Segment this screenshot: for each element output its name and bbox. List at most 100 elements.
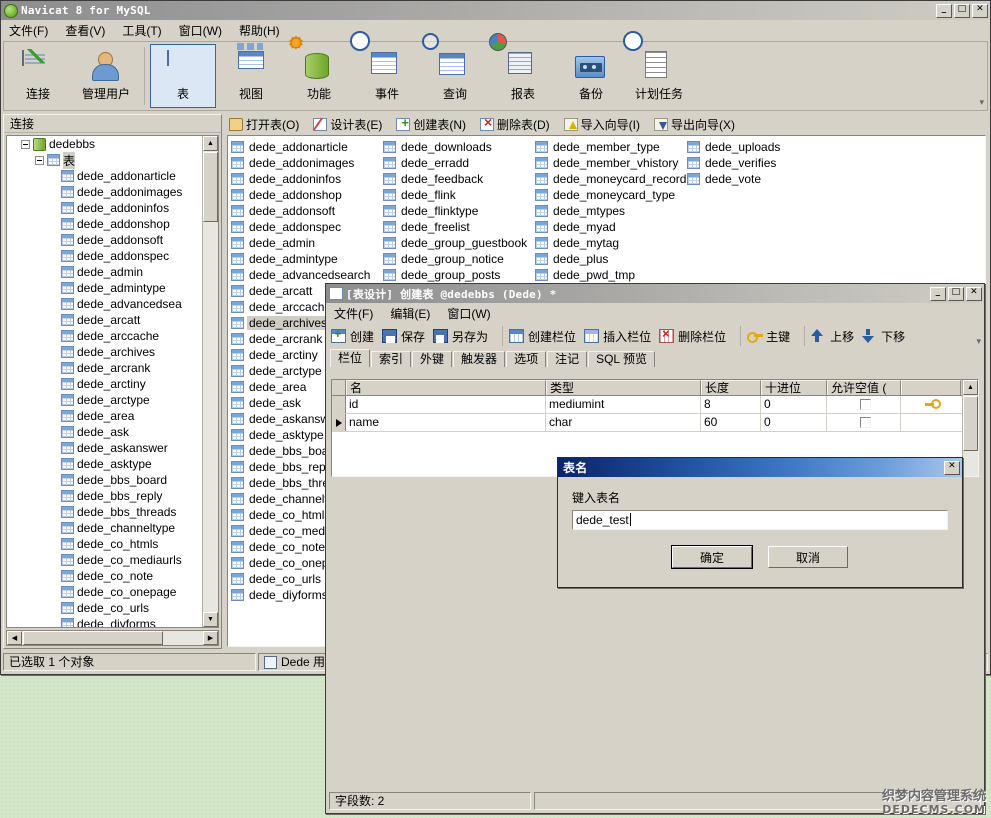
col-header-type[interactable]: 类型 bbox=[546, 380, 701, 395]
cell-nullable[interactable] bbox=[827, 414, 901, 431]
toolbar-button-scheduler[interactable]: 计划任务 bbox=[626, 44, 692, 108]
menu-window[interactable]: 窗口(W) bbox=[445, 304, 492, 323]
menu-file[interactable]: 文件(F) bbox=[332, 304, 375, 323]
scroll-thumb[interactable] bbox=[23, 631, 163, 645]
tree-node-table[interactable]: dede_bbs_board bbox=[7, 472, 202, 488]
nullable-checkbox[interactable] bbox=[860, 417, 871, 428]
col-header-nullable[interactable]: 允许空值 ( bbox=[827, 380, 901, 395]
dialog-titlebar[interactable]: 表名 ✕ bbox=[558, 458, 962, 477]
tree-node-table[interactable]: dede_addonsoft bbox=[7, 232, 202, 248]
close-button[interactable]: ✕ bbox=[966, 287, 982, 301]
cell-decimals[interactable]: 0 bbox=[761, 396, 827, 413]
tree-node-table[interactable]: dede_askanswer bbox=[7, 440, 202, 456]
toolbar-button-connection[interactable]: 连接 bbox=[5, 44, 71, 108]
object-list-item[interactable]: dede_downloads bbox=[383, 139, 535, 155]
close-button[interactable]: ✕ bbox=[944, 461, 960, 475]
tree-node-table[interactable]: dede_co_htmls bbox=[7, 536, 202, 552]
cell-primary-key[interactable] bbox=[901, 396, 961, 413]
object-list-item[interactable]: dede_feedback bbox=[383, 171, 535, 187]
ok-button[interactable]: 确定 bbox=[672, 546, 752, 568]
cell-name[interactable]: name bbox=[346, 414, 546, 431]
cell-decimals[interactable]: 0 bbox=[761, 414, 827, 431]
object-list-item[interactable]: dede_group_guestbook bbox=[383, 235, 535, 251]
tree-node-table[interactable]: dede_addonarticle bbox=[7, 168, 202, 184]
tree-node-table[interactable]: dede_addonshop bbox=[7, 216, 202, 232]
toolbar-button-manage-users[interactable]: 管理用户 bbox=[73, 44, 139, 108]
tree-node-root[interactable]: dedebbs bbox=[7, 136, 202, 152]
cell-nullable[interactable] bbox=[827, 396, 901, 413]
tab-6[interactable]: SQL 预览 bbox=[588, 351, 655, 367]
col-header-length[interactable]: 长度 bbox=[701, 380, 761, 395]
tree-node-table[interactable]: dede_arctype bbox=[7, 392, 202, 408]
tree-node-table[interactable]: dede_arcatt bbox=[7, 312, 202, 328]
tree-node-table[interactable]: dede_admintype bbox=[7, 280, 202, 296]
tree-node-table[interactable]: dede_addonspec bbox=[7, 248, 202, 264]
menu-edit[interactable]: 编辑(E) bbox=[388, 304, 432, 323]
cell-name[interactable]: id bbox=[346, 396, 546, 413]
designer-titlebar[interactable]: [表设计] 创建表 @dedebbs (Dede) * _ □ ✕ bbox=[326, 284, 984, 303]
delete-field-button[interactable]: 删除栏位 bbox=[659, 328, 734, 345]
tree-node-table[interactable]: dede_bbs_threads bbox=[7, 504, 202, 520]
move-up-button[interactable]: 上移 bbox=[811, 328, 862, 345]
object-list-item[interactable]: dede_flinktype bbox=[383, 203, 535, 219]
cancel-button[interactable]: 取消 bbox=[768, 546, 848, 568]
tree-horizontal-scrollbar[interactable]: ◀ ▶ bbox=[6, 630, 219, 646]
tree-node-table[interactable]: dede_archives bbox=[7, 344, 202, 360]
tree-node-table[interactable]: dede_addonimages bbox=[7, 184, 202, 200]
grid-vertical-scrollbar[interactable]: ▲ bbox=[962, 380, 978, 476]
open-table-button[interactable]: 打开表(O) bbox=[229, 116, 299, 133]
scroll-up-icon[interactable]: ▲ bbox=[203, 136, 218, 151]
toolbar-button-tables[interactable]: 表 bbox=[150, 44, 216, 108]
object-list-item[interactable]: dede_uploads bbox=[687, 139, 839, 155]
menu-window[interactable]: 窗口(W) bbox=[177, 21, 224, 40]
cell-length[interactable]: 8 bbox=[701, 396, 761, 413]
tree-vertical-scrollbar[interactable]: ▲ ▼ bbox=[202, 136, 218, 627]
save-button[interactable]: 保存 bbox=[382, 328, 433, 345]
tree-node-table[interactable]: dede_diyforms bbox=[7, 616, 202, 627]
design-table-button[interactable]: 设计表(E) bbox=[313, 116, 382, 133]
object-list-item[interactable]: dede_moneycard_record bbox=[535, 171, 687, 187]
object-list-item[interactable]: dede_member_vhistory bbox=[535, 155, 687, 171]
object-list-item[interactable]: dede_addoninfos bbox=[231, 171, 383, 187]
menu-help[interactable]: 帮助(H) bbox=[237, 21, 282, 40]
object-list-item[interactable]: dede_mytag bbox=[535, 235, 687, 251]
tree-node-table[interactable]: dede_advancedsea bbox=[7, 296, 202, 312]
object-list-item[interactable]: dede_admintype bbox=[231, 251, 383, 267]
menu-view[interactable]: 查看(V) bbox=[63, 21, 107, 40]
tree-node-table[interactable]: dede_co_urls bbox=[7, 600, 202, 616]
toolbar-button-query[interactable]: 查询 bbox=[422, 44, 488, 108]
object-list-item[interactable]: dede_myad bbox=[535, 219, 687, 235]
menu-tools[interactable]: 工具(T) bbox=[120, 21, 163, 40]
tree-node-table[interactable]: dede_bbs_reply bbox=[7, 488, 202, 504]
object-list-item[interactable]: dede_addonarticle bbox=[231, 139, 383, 155]
tree-node-table[interactable]: dede_addoninfos bbox=[7, 200, 202, 216]
add-field-button[interactable]: 创建栏位 bbox=[509, 328, 584, 345]
object-list-item[interactable]: dede_group_posts bbox=[383, 267, 535, 283]
object-list-item[interactable]: dede_freelist bbox=[383, 219, 535, 235]
object-list-item[interactable]: dede_group_notice bbox=[383, 251, 535, 267]
export-wizard-button[interactable]: 导出向导(X) bbox=[654, 116, 735, 133]
object-list-item[interactable]: dede_flink bbox=[383, 187, 535, 203]
object-list-item[interactable]: dede_moneycard_type bbox=[535, 187, 687, 203]
minimize-button[interactable]: _ bbox=[936, 4, 952, 18]
tree-node-table[interactable]: dede_arccache bbox=[7, 328, 202, 344]
object-list-item[interactable]: dede_addonsoft bbox=[231, 203, 383, 219]
object-list-item[interactable]: dede_verifies bbox=[687, 155, 839, 171]
minimize-button[interactable]: _ bbox=[930, 287, 946, 301]
main-titlebar[interactable]: Navicat 8 for MySQL _ □ ✕ bbox=[1, 1, 990, 20]
tab-3[interactable]: 触发器 bbox=[453, 351, 505, 367]
object-list-item[interactable]: dede_mtypes bbox=[535, 203, 687, 219]
tab-2[interactable]: 外键 bbox=[412, 351, 452, 367]
tree-node-table[interactable]: dede_co_note bbox=[7, 568, 202, 584]
collapse-icon[interactable] bbox=[35, 156, 44, 165]
col-header-name[interactable]: 名 bbox=[346, 380, 546, 395]
tree-node-table[interactable]: dede_asktype bbox=[7, 456, 202, 472]
tab-0[interactable]: 栏位 bbox=[330, 349, 370, 367]
scroll-up-icon[interactable]: ▲ bbox=[963, 380, 978, 395]
nullable-checkbox[interactable] bbox=[860, 399, 871, 410]
tab-4[interactable]: 选项 bbox=[506, 351, 546, 367]
table-row[interactable]: idmediumint80 bbox=[332, 396, 978, 414]
tree-node-table[interactable]: dede_channeltype bbox=[7, 520, 202, 536]
insert-field-button[interactable]: 插入栏位 bbox=[584, 328, 659, 345]
maximize-button[interactable]: □ bbox=[954, 4, 970, 18]
